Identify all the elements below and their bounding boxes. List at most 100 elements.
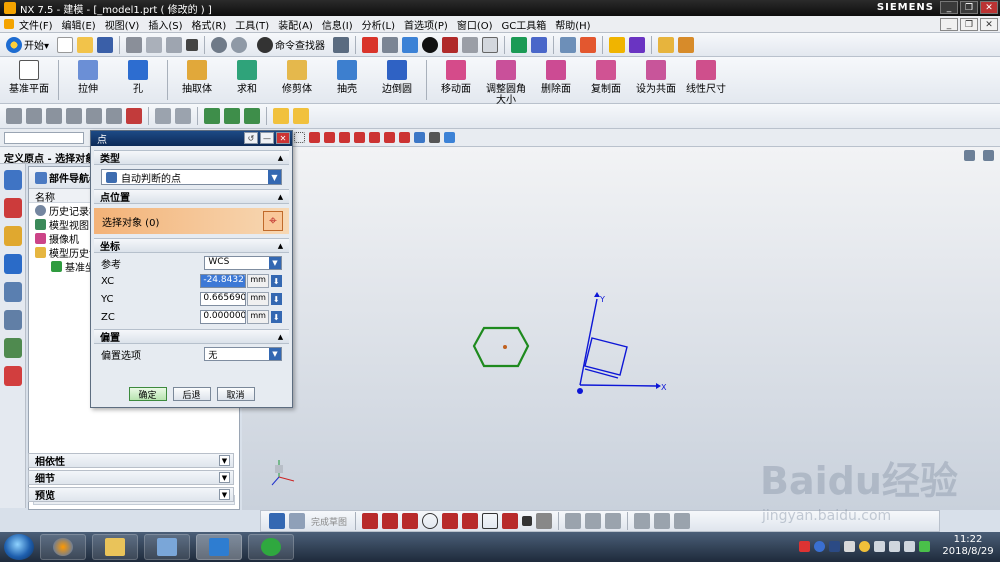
snap-box-icon[interactable] [429,132,440,143]
chamfer-icon[interactable] [462,513,479,529]
help-icon[interactable] [814,540,825,552]
menu-tools[interactable]: 工具(T) [235,17,269,32]
taskbar-app-paint[interactable] [144,534,190,560]
measure-angle-icon[interactable] [678,36,695,53]
part-navigator-icon[interactable] [4,226,22,246]
finish-sketch-icon[interactable] [289,513,305,529]
snap-end-icon[interactable] [6,108,22,124]
coordinates-section[interactable]: 坐标 ▲ [94,238,289,253]
grid-toggle-icon[interactable] [155,108,171,124]
taskbar-app-browser[interactable] [248,534,294,560]
cancel-button[interactable]: 取消 [216,387,255,401]
reset-icon[interactable]: ↺ [244,132,258,144]
ok-button[interactable]: 确定 [128,387,167,401]
grid-settings-icon[interactable] [175,108,191,124]
snap-existing-point-icon[interactable] [126,108,142,124]
maximize-button[interactable]: ❐ [960,1,978,14]
checkbox-icon[interactable] [51,260,62,272]
finish-sketch-label[interactable]: 完成草图 [311,515,347,528]
zc-unit[interactable]: mm [247,310,269,324]
web-browser-icon[interactable] [4,282,22,302]
reuse-library-icon[interactable] [4,254,22,274]
snap-point-toggle-icon[interactable] [309,132,320,143]
doc-minimize-button[interactable]: _ [940,18,958,31]
point-dialog-icon[interactable] [629,36,646,53]
extract-body-button[interactable]: 抽取体 [172,60,222,95]
offset-option-select[interactable]: 无 ▼ [204,347,282,361]
zc-menu-icon[interactable]: ⬇ [270,311,282,323]
dependencies-panel[interactable]: 相依性 ▼ [28,453,234,468]
undo-icon[interactable] [211,36,228,53]
move-face-button[interactable]: 移动面 [431,60,481,95]
shell-button[interactable]: 抽壳 [322,60,372,95]
wcs-triad[interactable] [579,298,657,387]
profile-icon[interactable] [362,513,379,529]
hexagon-center-point[interactable] [503,345,507,349]
edge-blend-button[interactable]: 边倒圆 [372,60,422,95]
history-icon[interactable] [4,310,22,330]
collapse-icon[interactable]: — [260,132,274,144]
snap-assembly-icon[interactable] [414,132,425,143]
roles-icon[interactable] [4,366,22,386]
make-corner-icon[interactable] [605,513,622,529]
snap-curve-icon[interactable] [324,132,335,143]
restore-view-icon[interactable] [964,150,975,161]
xc-input[interactable]: -24.84327 [200,274,247,288]
yc-menu-icon[interactable]: ⬇ [270,293,282,305]
doc-restore-button[interactable]: ❐ [960,18,978,31]
offset-curve-icon[interactable] [536,513,553,529]
view-cube-icon[interactable] [402,36,419,53]
minimize-button[interactable]: _ [940,1,958,14]
save-icon[interactable] [97,36,114,53]
rectangle-icon[interactable] [482,513,499,529]
taskbar-app-nx[interactable] [196,534,242,560]
fit-view-icon[interactable] [362,36,379,53]
snap-midpoint-icon[interactable] [339,132,350,143]
linear-dimension-button[interactable]: 线性尺寸 [681,60,731,95]
quick-extend-icon[interactable] [585,513,602,529]
rectangle-select-icon[interactable] [294,132,305,143]
hole-button[interactable]: 孔 [113,60,163,95]
chevron-down-icon[interactable]: ▼ [268,170,281,184]
hexagon-sketch[interactable] [472,326,530,368]
delete-face-button[interactable]: 删除面 [531,60,581,95]
snap-circle-icon[interactable] [369,132,380,143]
menu-gc-toolkit[interactable]: GC工具箱 [502,17,547,32]
snap-quadrant-icon[interactable] [106,108,122,124]
snap-mid-icon[interactable] [26,108,42,124]
chevron-up-icon[interactable]: ▲ [275,152,286,163]
new-file-icon[interactable] [57,36,74,53]
taskbar-app-360[interactable] [40,534,86,560]
wcs-icon[interactable] [560,36,577,53]
annotation-icon[interactable] [293,108,309,124]
point-icon[interactable] [522,516,533,526]
snap-control-icon[interactable] [46,108,62,124]
chevron-down-icon[interactable]: ▼ [219,489,230,500]
copy-face-button[interactable]: 复制面 [581,60,631,95]
menu-file[interactable]: 文件(F) [19,17,53,32]
process-studio-icon[interactable] [4,338,22,358]
datum-plane-button[interactable]: 基准平面 [4,60,54,95]
menu-insert[interactable]: 插入(S) [148,17,182,32]
background-icon[interactable] [482,36,499,53]
chevron-down-icon[interactable]: ▼ [269,348,281,360]
arc-icon[interactable] [402,513,419,529]
doc-close-button[interactable]: ✕ [980,18,998,31]
assembly-navigator-icon[interactable] [4,170,22,190]
tray-app-icon[interactable] [799,540,810,552]
input-method-icon[interactable] [829,540,840,552]
associative-icon[interactable] [224,108,240,124]
work-layer-icon[interactable] [511,36,528,53]
crosshair-icon[interactable]: ⌖ [263,211,283,231]
xc-unit[interactable]: mm [247,274,269,288]
zc-input[interactable]: 0.000000 [200,310,247,324]
relation-icon[interactable] [244,108,260,124]
resize-blend-button[interactable]: 调整圆角大小 [481,60,531,106]
constraint-icon[interactable] [654,513,671,529]
measure-distance-icon[interactable] [658,36,675,53]
command-finder-button[interactable]: 命令查找器 [255,36,325,53]
type-filter-select[interactable] [4,131,84,144]
shaded-icon[interactable] [422,36,439,53]
fillet-icon[interactable] [442,513,459,529]
offset-section[interactable]: 偏置 ▲ [94,329,289,344]
